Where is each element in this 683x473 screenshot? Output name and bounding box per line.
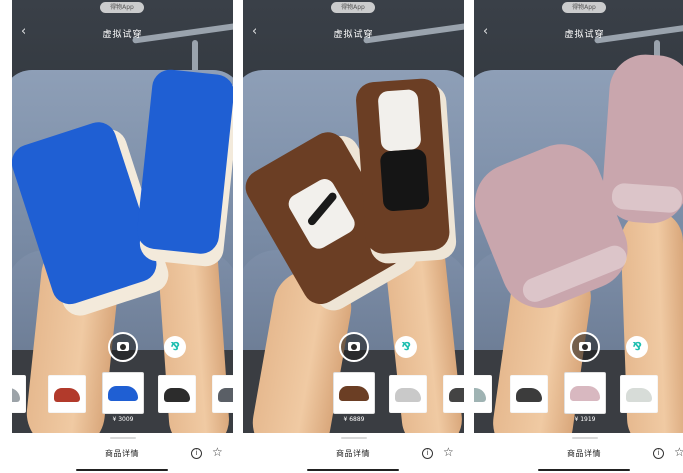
price-label: ¥ 6889: [343, 416, 365, 423]
drag-handle[interactable]: [341, 437, 367, 439]
shoe-right: [354, 77, 458, 265]
thumbnail[interactable]: [12, 375, 26, 413]
thumbnail[interactable]: [389, 375, 427, 413]
info-icon[interactable]: i: [653, 448, 664, 459]
thumbnail-selected[interactable]: [102, 372, 144, 414]
camera-button[interactable]: [339, 332, 369, 362]
camera-button[interactable]: [570, 332, 600, 362]
price-label: ¥ 1919: [574, 416, 596, 423]
product-details-bar: 商品详情 i ☆: [12, 433, 233, 473]
camera-button[interactable]: [108, 332, 138, 362]
camera-icon: [579, 342, 591, 351]
camera-view: 得物App ‹ 虚拟试穿 ⅋ ¥ 1919: [474, 0, 683, 433]
tryon-panel-2: 得物App ‹ 虚拟试穿 ⅋ ¥ 6889 商品详情 i ☆: [243, 0, 464, 473]
info-icon[interactable]: i: [191, 448, 202, 459]
camera-icon: [348, 342, 360, 351]
thumbnail[interactable]: [158, 375, 196, 413]
shoe-right: [600, 52, 683, 228]
product-details-button[interactable]: 商品详情: [318, 448, 388, 459]
thumbnail-selected[interactable]: [564, 372, 606, 414]
filter-icon[interactable]: ⅋: [395, 336, 417, 358]
filter-icon[interactable]: ⅋: [164, 336, 186, 358]
thumbnail[interactable]: [212, 375, 233, 413]
product-details-button[interactable]: 商品详情: [87, 448, 157, 459]
home-indicator: [76, 469, 168, 471]
product-thumbnail-rail[interactable]: ¥ 1919: [474, 372, 683, 424]
filter-icon[interactable]: ⅋: [626, 336, 648, 358]
star-icon[interactable]: ☆: [212, 445, 223, 459]
thumbnail[interactable]: [620, 375, 658, 413]
price-label: ¥ 3009: [112, 416, 134, 423]
thumbnail[interactable]: [510, 375, 548, 413]
camera-view: 得物App ‹ 虚拟试穿 ⅋ ¥ 3009: [12, 0, 233, 433]
home-indicator: [307, 469, 399, 471]
product-thumbnail-rail[interactable]: ¥ 3009: [12, 372, 233, 424]
camera-view: 得物App ‹ 虚拟试穿 ⅋ ¥ 6889: [243, 0, 464, 433]
thumbnail-selected[interactable]: [333, 372, 375, 414]
page-title: 虚拟试穿: [333, 30, 374, 40]
drag-handle[interactable]: [110, 437, 136, 439]
camera-icon: [117, 342, 129, 351]
page-title: 虚拟试穿: [102, 30, 143, 40]
app-chip: 得物App: [100, 2, 144, 13]
page-title: 虚拟试穿: [564, 30, 605, 40]
info-icon[interactable]: i: [422, 448, 433, 459]
thumbnail[interactable]: [48, 375, 86, 413]
product-thumbnail-rail[interactable]: ¥ 6889: [243, 372, 464, 424]
home-indicator: [538, 469, 630, 471]
app-chip: 得物App: [331, 2, 375, 13]
star-icon[interactable]: ☆: [443, 445, 454, 459]
thumbnail[interactable]: [474, 375, 492, 413]
star-icon[interactable]: ☆: [674, 445, 683, 459]
tryon-panel-3: 得物App ‹ 虚拟试穿 ⅋ ¥ 1919 商品详情 i ☆: [474, 0, 683, 473]
thumbnail[interactable]: [443, 375, 464, 413]
product-details-button[interactable]: 商品详情: [549, 448, 619, 459]
product-details-bar: 商品详情 i ☆: [474, 433, 683, 473]
drag-handle[interactable]: [572, 437, 598, 439]
tryon-panel-1: 得物App ‹ 虚拟试穿 ⅋ ¥ 3009 商品详情 i ☆: [12, 0, 233, 473]
product-details-bar: 商品详情 i ☆: [243, 433, 464, 473]
app-chip: 得物App: [562, 2, 606, 13]
